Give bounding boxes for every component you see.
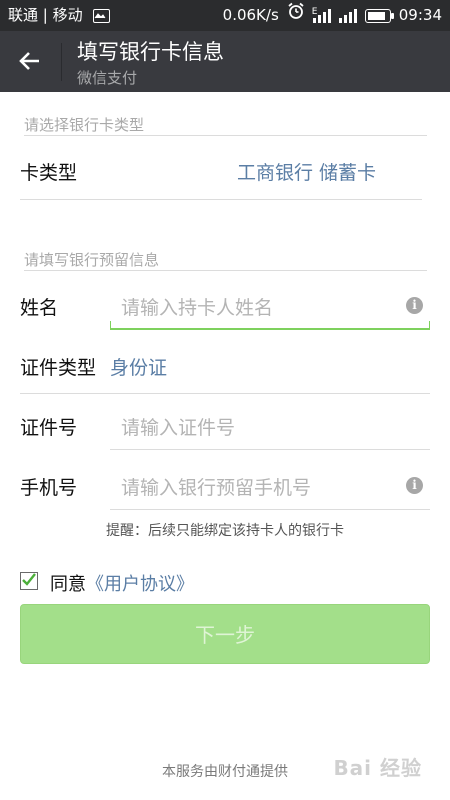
card-type-label: 卡类型 (20, 162, 78, 184)
user-agreement-link[interactable]: 《用户协议》 (86, 574, 194, 595)
signal-e-icon: E (312, 7, 331, 23)
check-icon (22, 573, 36, 586)
divider (24, 270, 427, 271)
agree-checkbox[interactable] (20, 572, 38, 590)
battery-fill (367, 11, 385, 20)
reminder-text: 提醒：后续只能绑定该持卡人的银行卡 (106, 523, 344, 539)
divider (24, 135, 427, 136)
next-button[interactable]: 下一步 (20, 604, 430, 664)
divider (20, 393, 430, 394)
clock: 09:34 (398, 6, 442, 24)
id-number-label: 证件号 (20, 417, 78, 439)
page-subtitle: 微信支付 (77, 69, 138, 87)
baidu-watermark: Bai 经验 (333, 756, 422, 780)
gallery-icon (93, 8, 111, 23)
agreement-prefix: 同意 (50, 574, 86, 595)
network-type: E (311, 6, 318, 17)
name-input-underline (110, 328, 430, 330)
status-bar-left: 联通 | 移动 (8, 0, 111, 31)
network-speed: 0.06K/s (222, 6, 279, 24)
signal-icon (338, 8, 357, 23)
status-bar: 联通 | 移动 0.06K/s E 09:34 (0, 0, 450, 31)
app-bar-divider (61, 43, 62, 81)
card-section-header: 请选择银行卡类型 (24, 116, 145, 134)
id-type-value[interactable]: 身份证 (110, 353, 167, 380)
agreement-text: 同意《用户协议》 (50, 570, 194, 596)
phone-underline (110, 509, 430, 510)
phone-label: 手机号 (20, 477, 78, 499)
name-input[interactable]: 请输入持卡人姓名 (121, 293, 273, 320)
info-icon[interactable]: i (406, 477, 423, 494)
id-type-label: 证件类型 (20, 357, 97, 379)
underline-left-tick (110, 321, 111, 329)
alarm-icon (287, 0, 305, 31)
phone-input[interactable]: 请输入银行预留手机号 (121, 473, 311, 500)
arrow-left-icon[interactable] (10, 39, 50, 83)
page-title: 填写银行卡信息 (77, 40, 224, 64)
carrier-label: 联通 | 移动 (8, 6, 83, 24)
info-icon[interactable]: i (406, 297, 423, 314)
card-type-value[interactable]: 工商银行 储蓄卡 (237, 158, 376, 185)
info-section-header: 请填写银行预留信息 (24, 251, 160, 269)
id-number-input[interactable]: 请输入证件号 (121, 413, 235, 440)
name-label: 姓名 (20, 297, 59, 319)
divider (20, 199, 422, 200)
app-bar: 填写银行卡信息 微信支付 (0, 31, 450, 92)
status-bar-right: 0.06K/s E 09:34 (223, 0, 442, 31)
underline-right-tick (429, 321, 430, 329)
battery-icon (364, 8, 394, 23)
id-number-underline (110, 449, 430, 450)
